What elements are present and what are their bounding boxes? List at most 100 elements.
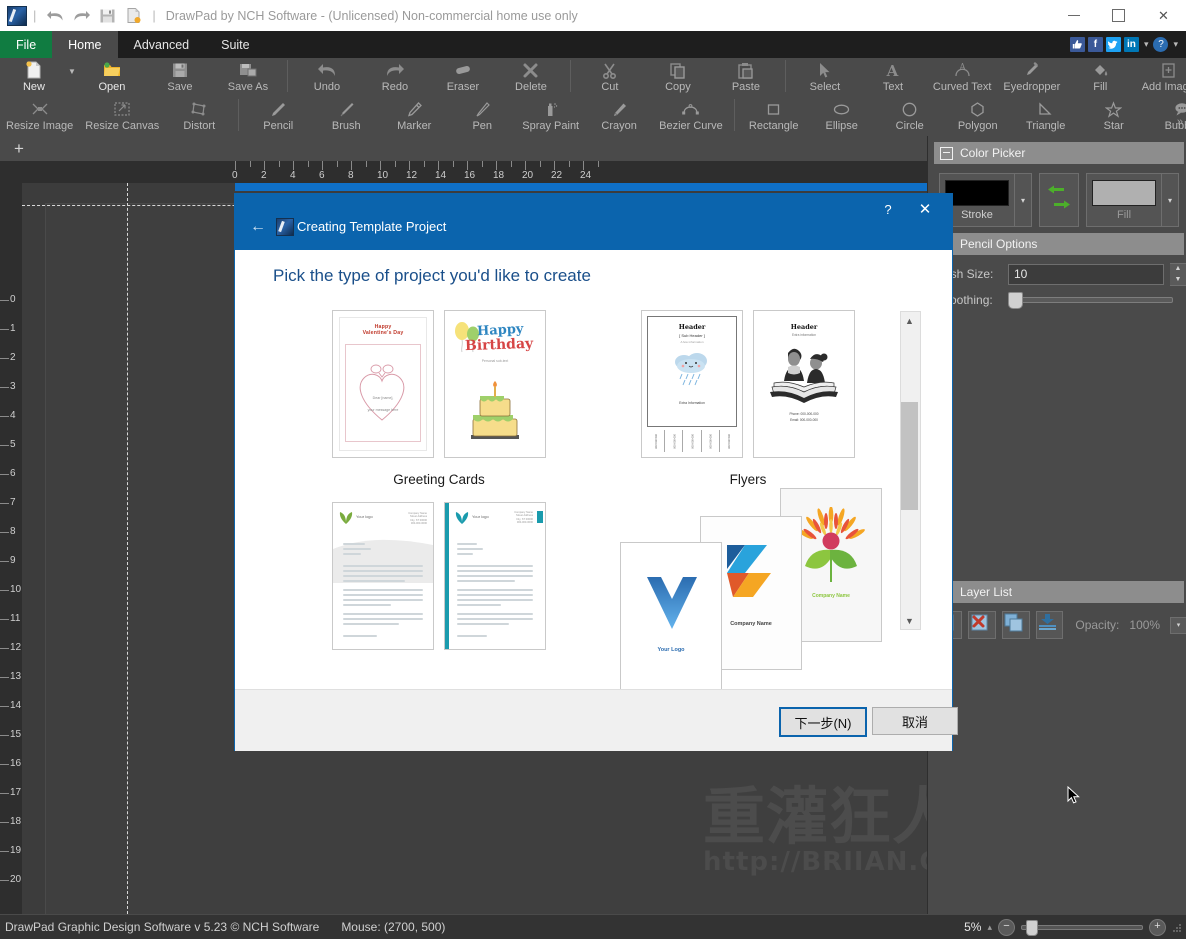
zoom-percent-label[interactable]: 5% xyxy=(964,920,981,934)
dialog-back-button[interactable]: ← xyxy=(247,218,269,236)
fill-dropdown-caret-icon[interactable]: ▾ xyxy=(1161,174,1178,226)
new-document-icon[interactable] xyxy=(120,3,146,29)
zoom-slider-knob[interactable] xyxy=(1026,919,1038,936)
ribbon-eraser-button[interactable]: Eraser xyxy=(429,58,497,93)
stepper-down-icon[interactable]: ▼ xyxy=(1170,274,1186,285)
ribbon-pen-button[interactable]: Pen xyxy=(448,97,516,132)
tab-home[interactable]: Home xyxy=(52,31,118,58)
ribbon-circle-button[interactable]: Circle xyxy=(876,97,944,132)
ribbon-curved-text-button[interactable]: A Curved Text xyxy=(927,58,998,94)
dialog-template-grid[interactable]: Happy Valentine's Day Dear [name], your … xyxy=(235,300,952,689)
ribbon-undo-button[interactable]: Undo xyxy=(293,58,361,93)
ribbon-copy-button[interactable]: Copy xyxy=(644,58,712,93)
fill-color-swatch[interactable] xyxy=(1092,179,1156,206)
merge-layers-icon[interactable] xyxy=(1035,611,1064,639)
stroke-dropdown-caret-icon[interactable]: ▾ xyxy=(1014,174,1031,226)
ribbon-fill-button[interactable]: Fill xyxy=(1066,58,1134,93)
delete-layer-icon[interactable] xyxy=(967,611,996,639)
template-card-letterhead-green[interactable]: Your logo Company Name Street Address City… xyxy=(332,502,434,650)
ribbon-new-button[interactable]: New xyxy=(0,58,68,93)
ribbon-text-button[interactable]: A Text xyxy=(859,58,927,94)
stroke-color-swatch[interactable] xyxy=(945,179,1009,206)
add-document-tab-button[interactable]: + xyxy=(14,139,24,158)
category-greeting-cards[interactable]: Happy Valentine's Day Dear [name], your … xyxy=(303,310,575,487)
ribbon-distort-button[interactable]: Distort xyxy=(165,97,233,132)
template-card-logo-blue[interactable]: Your Logo xyxy=(620,542,722,689)
ribbon-bezier-curve-button[interactable]: Bezier Curve xyxy=(653,97,729,132)
zoom-in-button[interactable]: + xyxy=(1149,918,1166,936)
ribbon-resize-canvas-button[interactable]: Resize Canvas xyxy=(79,97,165,132)
stepper-up-icon[interactable]: ▲ xyxy=(1170,263,1186,274)
ribbon-marker-button[interactable]: Marker xyxy=(380,97,448,132)
ribbon-star-button[interactable]: Star xyxy=(1080,97,1148,132)
ribbon-triangle-button[interactable]: Triangle xyxy=(1012,97,1080,132)
next-button[interactable]: 下一步(N) xyxy=(779,707,867,737)
thumbs-up-icon[interactable] xyxy=(1069,37,1085,52)
ribbon-delete-button[interactable]: Delete xyxy=(497,58,565,93)
brush-size-stepper[interactable]: ▲ ▼ xyxy=(1170,262,1186,286)
ribbon-overflow-icon[interactable]: » xyxy=(1177,116,1183,128)
scrollbar-thumb[interactable] xyxy=(901,402,918,510)
redo-arrow-icon[interactable] xyxy=(68,3,94,29)
minimize-button[interactable] xyxy=(1051,0,1096,31)
template-card-letterhead-teal[interactable]: Your logo Company Name Street Address City… xyxy=(444,502,546,650)
template-card-weather-flyer[interactable]: Header [ Sub Header ] A few information xyxy=(641,310,743,458)
vertical-ruler[interactable]: 0 1 2 3 4 5 6 7 8 9 10 11 12 13 14 15 16 17 18 19 20 xyxy=(0,183,23,914)
ribbon-select-button[interactable]: Select xyxy=(791,58,859,93)
ribbon-redo-button[interactable]: Redo xyxy=(361,58,429,93)
stroke-color-control[interactable]: Stroke ▾ xyxy=(939,173,1032,227)
ribbon-paste-button[interactable]: Paste xyxy=(712,58,780,93)
dialog-help-button[interactable]: ? xyxy=(876,198,900,220)
ribbon-open-button[interactable]: Open xyxy=(78,58,146,93)
twitter-icon[interactable] xyxy=(1105,37,1121,52)
social-caret-icon[interactable]: ▾ xyxy=(1144,39,1149,50)
zoom-out-button[interactable]: − xyxy=(998,918,1015,936)
save-disk-icon[interactable] xyxy=(94,3,120,29)
template-card-valentine[interactable]: Happy Valentine's Day Dear [name], your … xyxy=(332,310,434,458)
horizontal-ruler[interactable]: 0 2 4 6 8 10 12 14 16 18 20 22 24 xyxy=(0,161,927,184)
scroll-down-icon[interactable]: ▼ xyxy=(901,612,918,629)
ribbon-spray-paint-button[interactable]: Spray Paint xyxy=(516,97,585,132)
swap-colors-button[interactable] xyxy=(1039,173,1079,227)
color-picker-panel-header[interactable]: Color Picker xyxy=(934,142,1184,164)
linkedin-icon[interactable]: in xyxy=(1123,37,1139,52)
category-flyers[interactable]: Header [ Sub Header ] A few information xyxy=(612,310,884,487)
dialog-scrollbar[interactable]: ▲ ▼ xyxy=(900,311,921,630)
ribbon-eyedropper-button[interactable]: Eyedropper xyxy=(997,58,1066,93)
help-icon[interactable]: ? xyxy=(1153,37,1169,52)
cancel-button[interactable]: 取消 xyxy=(872,707,958,735)
pencil-options-panel-header[interactable]: Pencil Options xyxy=(934,233,1184,255)
facebook-icon[interactable]: f xyxy=(1087,37,1103,52)
opacity-dropdown-caret-icon[interactable]: ▾ xyxy=(1170,616,1186,634)
template-card-birthday[interactable]: Happy Birthday Personal sub-text xyxy=(444,310,546,458)
brush-size-input[interactable]: 10 xyxy=(1008,263,1164,285)
ribbon-ellipse-button[interactable]: Ellipse xyxy=(808,97,876,132)
ribbon-save-button[interactable]: Save xyxy=(146,58,214,93)
new-dropdown-caret-icon[interactable]: ▼ xyxy=(68,67,76,76)
tab-suite[interactable]: Suite xyxy=(205,31,266,58)
layer-list-panel-header[interactable]: Layer List xyxy=(934,581,1184,603)
category-letterheads[interactable]: Your logo Company Name Street Address City… xyxy=(303,502,575,664)
tab-file[interactable]: File xyxy=(0,31,53,58)
ribbon-polygon-button[interactable]: Polygon xyxy=(944,97,1012,132)
template-card-reading-flyer[interactable]: Header Extra information Phone: 000-000-… xyxy=(753,310,855,458)
scroll-up-icon[interactable]: ▲ xyxy=(901,312,918,329)
ribbon-pencil-button[interactable]: Pencil xyxy=(244,97,312,132)
help-caret-icon[interactable]: ▾ xyxy=(1173,39,1178,50)
smoothing-slider-knob[interactable] xyxy=(1008,291,1023,309)
ribbon-cut-button[interactable]: Cut xyxy=(576,58,644,93)
dialog-close-button[interactable]: ✕ xyxy=(912,198,938,220)
maximize-button[interactable] xyxy=(1096,0,1141,31)
fill-color-control[interactable]: Fill ▾ xyxy=(1086,173,1179,227)
ribbon-save-as-button[interactable]: Save As xyxy=(214,58,282,93)
tab-advanced[interactable]: Advanced xyxy=(118,31,206,58)
category-logos[interactable]: Company Name Company Name Your Logo xyxy=(612,488,884,689)
ribbon-resize-image-button[interactable]: Resize Image xyxy=(0,97,79,132)
duplicate-layer-icon[interactable] xyxy=(1001,611,1030,639)
resize-grip-icon[interactable] xyxy=(1172,922,1182,932)
smoothing-slider[interactable] xyxy=(1008,291,1173,309)
ribbon-add-image-button[interactable]: Add Image xyxy=(1134,58,1186,93)
ribbon-brush-button[interactable]: Brush xyxy=(312,97,380,132)
undo-arrow-icon[interactable] xyxy=(42,3,68,29)
ribbon-rectangle-button[interactable]: Rectangle xyxy=(740,97,808,132)
